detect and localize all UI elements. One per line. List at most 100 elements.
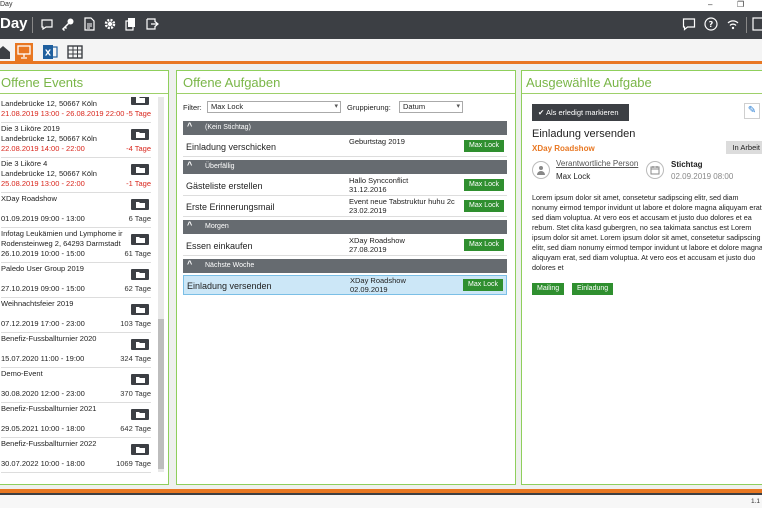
app-brand: Day — [0, 15, 28, 32]
filter-select-value: Max Lock — [211, 102, 244, 111]
event-address: Landebrücke 12, 50667 Köln — [1, 134, 97, 143]
svg-text:?: ? — [709, 20, 714, 29]
event-dates: 25.08.2019 13:00 - 22:00 — [1, 179, 85, 188]
key-icon[interactable] — [61, 17, 75, 31]
event-item[interactable]: XDay Roadshow 01.09.2019 09:00 - 13:00 6 T… — [1, 193, 161, 228]
presentation-icon[interactable] — [15, 43, 33, 61]
tag-einladung[interactable]: Einladung — [572, 283, 614, 295]
folder-open-icon[interactable] — [131, 164, 149, 175]
mark-done-button[interactable]: ✔ Als erledigt markieren — [532, 104, 629, 121]
task-row[interactable]: Erste Erinnerungsmail Event neue Tabstruk… — [183, 197, 507, 217]
folder-open-icon[interactable] — [131, 269, 149, 280]
event-item[interactable]: Benefiz-Fussballturnier 2022 30.07.2022 1… — [1, 438, 161, 473]
task-name: Gästeliste erstellen — [186, 181, 263, 191]
window-titlebar: Day – ❐ — [0, 0, 762, 11]
tag-mailing[interactable]: Mailing — [532, 283, 565, 295]
task-group-header[interactable]: ^ Nächste Woche — [183, 259, 507, 273]
folder-open-icon[interactable] — [131, 199, 149, 210]
wifi-icon[interactable] — [726, 17, 740, 31]
excel-icon[interactable]: X — [41, 43, 59, 61]
home-icon[interactable] — [0, 43, 12, 61]
events-scrollbar-thumb[interactable] — [158, 319, 164, 469]
task-group-label: Nächste Woche — [205, 262, 255, 269]
version-label: 1.1 — [750, 498, 760, 505]
help-icon[interactable]: ? — [704, 17, 718, 31]
chevron-up-icon: ^ — [187, 160, 193, 170]
assignee-badge[interactable]: Max Lock — [464, 239, 504, 251]
filter-select[interactable]: Max Lock ▾ — [207, 101, 341, 113]
event-item[interactable]: Weihnachtsfeier 2019 07.12.2019 17:00 - 2… — [1, 298, 161, 333]
window-title: Day — [0, 1, 13, 8]
folder-open-icon[interactable] — [131, 97, 149, 105]
folder-open-icon[interactable] — [131, 444, 149, 455]
event-dates: 30.07.2022 10:00 - 18:00 — [1, 459, 85, 468]
sidebar-icon[interactable] — [752, 17, 762, 31]
event-dates: 29.05.2021 10:00 - 18:00 — [1, 424, 85, 433]
toolbar-divider — [32, 17, 33, 33]
event-days-remaining: 6 Tage — [128, 214, 151, 223]
chevron-down-icon: ▾ — [456, 103, 460, 110]
task-group-header[interactable]: ^ Morgen — [183, 220, 507, 234]
due-date-label: Stichtag — [671, 160, 703, 169]
task-project[interactable]: XDay Roadshow — [532, 144, 595, 153]
task-group-label: (Kein Stichtag) — [205, 124, 251, 131]
event-item[interactable]: Die 3 Likore 3Landebrücke 12, 50667 Köln… — [1, 97, 161, 123]
grouping-select-value: Datum — [403, 102, 426, 111]
event-item[interactable]: Benefiz-Fussballturnier 2021 29.05.2021 1… — [1, 403, 161, 438]
task-row[interactable]: Einladung versenden XDay Roadshow 02.09.20… — [183, 275, 507, 295]
task-group-header[interactable]: ^ (Kein Stichtag) — [183, 121, 507, 135]
tasks-panel-title: Offene Aufgaben — [183, 75, 281, 90]
task-event: Geburtstag 2019 — [349, 137, 405, 146]
minimize-icon[interactable]: – — [708, 0, 712, 9]
event-item[interactable]: Demo-Event 30.08.2020 12:00 - 23:00 370 Ta… — [1, 368, 161, 403]
task-group-header[interactable]: ^ Überfällig — [183, 160, 507, 174]
task-name: Einladung versenden — [187, 281, 272, 291]
event-address: Landebrücke 12, 50667 Köln — [1, 99, 97, 108]
event-dates: 01.09.2019 09:00 - 13:00 — [1, 214, 85, 223]
task-row[interactable]: Essen einkaufen XDay Roadshow 27.08.2019 Ma… — [183, 236, 507, 256]
assignee-badge[interactable]: Max Lock — [464, 179, 504, 191]
folder-open-icon[interactable] — [131, 339, 149, 350]
event-dates: 15.07.2020 11:00 - 19:00 — [1, 354, 85, 363]
events-list[interactable]: Die 3 Likore 3Landebrücke 12, 50667 Köln… — [1, 97, 161, 479]
event-days-remaining: 370 Tage — [120, 389, 151, 398]
grid-icon[interactable] — [66, 43, 84, 61]
toolbar-divider — [746, 17, 747, 33]
panel-divider — [177, 93, 515, 94]
detail-panel: Ausgewählte Aufgabe ✔ Als erledigt marki… — [521, 70, 762, 485]
folder-open-icon[interactable] — [131, 129, 149, 140]
event-item[interactable]: Benefiz-Fussballturnier 2020 15.07.2020 1… — [1, 333, 161, 368]
chevron-up-icon: ^ — [187, 121, 193, 131]
event-days-remaining: -1 Tage — [126, 179, 151, 188]
document-icon[interactable] — [82, 17, 96, 31]
task-row[interactable]: Einladung verschicken Geburtstag 2019 Max … — [183, 137, 507, 157]
event-item[interactable]: Die 3 Liköre 2019 Landebrücke 12, 50667 K… — [1, 123, 161, 158]
event-item[interactable]: Die 3 Liköre 4 Landebrücke 12, 50667 Köln… — [1, 158, 161, 193]
grouping-label: Gruppierung: — [347, 103, 391, 112]
gear-icon[interactable] — [103, 17, 117, 31]
task-description: Lorem ipsum dolor sit amet, consetetur s… — [532, 193, 762, 272]
maximize-icon[interactable]: ❐ — [737, 0, 744, 9]
exit-icon[interactable] — [145, 17, 159, 31]
event-item[interactable]: Infotag Leukämien und Lymphome ir Rodenst… — [1, 228, 161, 263]
event-name: Die 3 Liköre 4 — [1, 159, 48, 168]
event-name: Die 3 Liköre 2019 — [1, 124, 60, 133]
chat-icon[interactable] — [682, 17, 696, 31]
grouping-select[interactable]: Datum ▾ — [399, 101, 463, 113]
folder-open-icon[interactable] — [131, 234, 149, 245]
folder-open-icon[interactable] — [131, 304, 149, 315]
folder-open-icon[interactable] — [131, 374, 149, 385]
task-row[interactable]: Gästeliste erstellen Hallo Syncconflict 31… — [183, 176, 507, 196]
task-event: XDay Roadshow — [350, 276, 406, 285]
folder-open-icon[interactable] — [131, 409, 149, 420]
assignee-badge[interactable]: Max Lock — [464, 200, 504, 212]
edit-icon[interactable]: ✎ — [744, 103, 760, 119]
status-badge: In Arbeit — [726, 141, 762, 154]
assignee-badge[interactable]: Max Lock — [464, 140, 504, 152]
event-item[interactable]: Paledo User Group 2019 27.10.2019 09:00 -… — [1, 263, 161, 298]
copy-icon[interactable] — [124, 17, 138, 31]
message-icon[interactable] — [40, 17, 54, 31]
view-toolbar: X — [0, 39, 762, 64]
events-panel-title: Offene Events — [1, 75, 84, 90]
assignee-badge[interactable]: Max Lock — [463, 279, 503, 291]
